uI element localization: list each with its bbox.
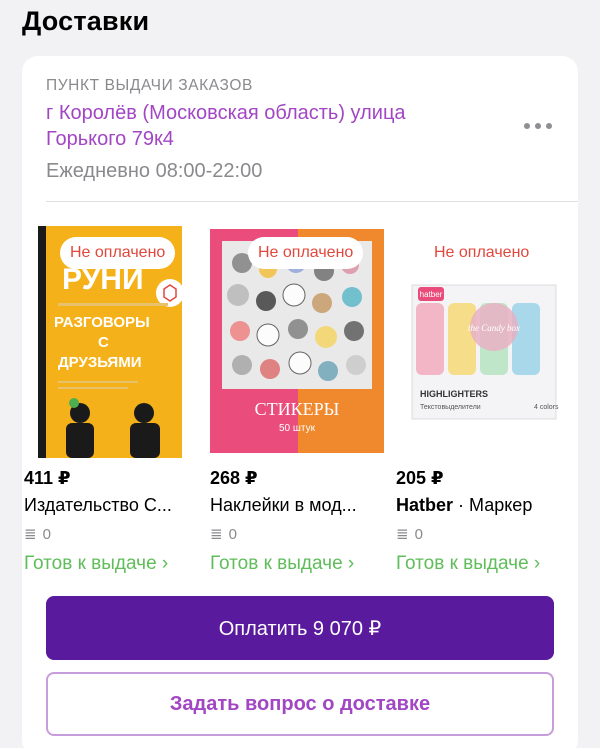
product-name-sub: · Маркер (453, 495, 533, 515)
more-options-icon[interactable] (518, 112, 558, 140)
pickup-hours: Ежедневно 08:00-22:00 (46, 160, 263, 182)
product-list: РУНИ РАЗГОВОРЫ С ДРУЗЬЯМИ Не оплачено 41… (22, 223, 578, 593)
pay-button[interactable]: Оплатить 9 070 ₽ (46, 596, 554, 660)
payment-status-badge: Не оплачено (248, 237, 364, 269)
rating-count: 0 (42, 525, 51, 543)
product-price: 411 ₽ (24, 468, 71, 488)
product-name[interactable]: Наклейки в мод... (210, 495, 388, 516)
product-brand: Hatber (396, 495, 454, 515)
stickers-cover-title: СТИКЕРЫ (255, 399, 340, 419)
ask-delivery-question-button[interactable]: Задать вопрос о доставке (46, 672, 554, 736)
product-price: 268 ₽ (210, 468, 258, 488)
pickup-address[interactable]: г Королёв (Московская область) улица Гор… (46, 100, 486, 152)
product-image-book[interactable]: РУНИ РАЗГОВОРЫ С ДРУЗЬЯМИ Не оплачено (22, 223, 202, 465)
svg-text:ДРУЗЬЯМИ: ДРУЗЬЯМИ (58, 354, 142, 371)
divider (46, 201, 578, 202)
hatber-logo-text: hatber (420, 290, 443, 299)
delivery-card: ПУНКТ ВЫДАЧИ ЗАКАЗОВ г Королёв (Московск… (22, 56, 578, 748)
rating-count: 0 (414, 525, 423, 543)
ready-status-link[interactable]: Готов к выдаче › (24, 553, 168, 575)
rating-count: 0 (228, 525, 237, 543)
rating: ≣ 0 (396, 525, 423, 544)
reviews-icon: ≣ (396, 526, 409, 543)
highlighters-cover-title: HIGHLIGHTERS (420, 389, 488, 399)
highlighters-colors-text: 4 colors (534, 404, 559, 411)
highlighters-cover-sub: Текстовыделители (420, 404, 481, 411)
ready-status-link[interactable]: Готов к выдаче › (396, 553, 540, 575)
candy-box-text: the Candy box (468, 323, 520, 333)
reviews-icon: ≣ (24, 526, 37, 543)
product-image-highlighters[interactable]: hatber the Candy box HIGHLIGHTERS Тексто… (394, 223, 574, 465)
rating: ≣ 0 (210, 525, 237, 544)
product-price: 205 ₽ (396, 468, 444, 488)
product-name[interactable]: Hatber · Маркер (396, 495, 574, 516)
rating: ≣ 0 (24, 525, 51, 544)
stickers-cover-sub: 50 штук (279, 423, 316, 434)
page-title: Доставки (22, 6, 150, 36)
product-name[interactable]: Издательство С... (24, 495, 202, 516)
payment-status-badge: Не оплачено (434, 244, 530, 261)
ready-status-link[interactable]: Готов к выдаче › (210, 553, 354, 575)
payment-status-badge: Не оплачено (60, 237, 176, 269)
reviews-icon: ≣ (210, 526, 223, 543)
product-image-stickers[interactable]: СТИКЕРЫ 50 штук Не оплачено (208, 223, 388, 465)
svg-text:С: С (98, 334, 109, 351)
pickup-point-label: ПУНКТ ВЫДАЧИ ЗАКАЗОВ (46, 77, 253, 94)
svg-text:РАЗГОВОРЫ: РАЗГОВОРЫ (54, 314, 150, 331)
